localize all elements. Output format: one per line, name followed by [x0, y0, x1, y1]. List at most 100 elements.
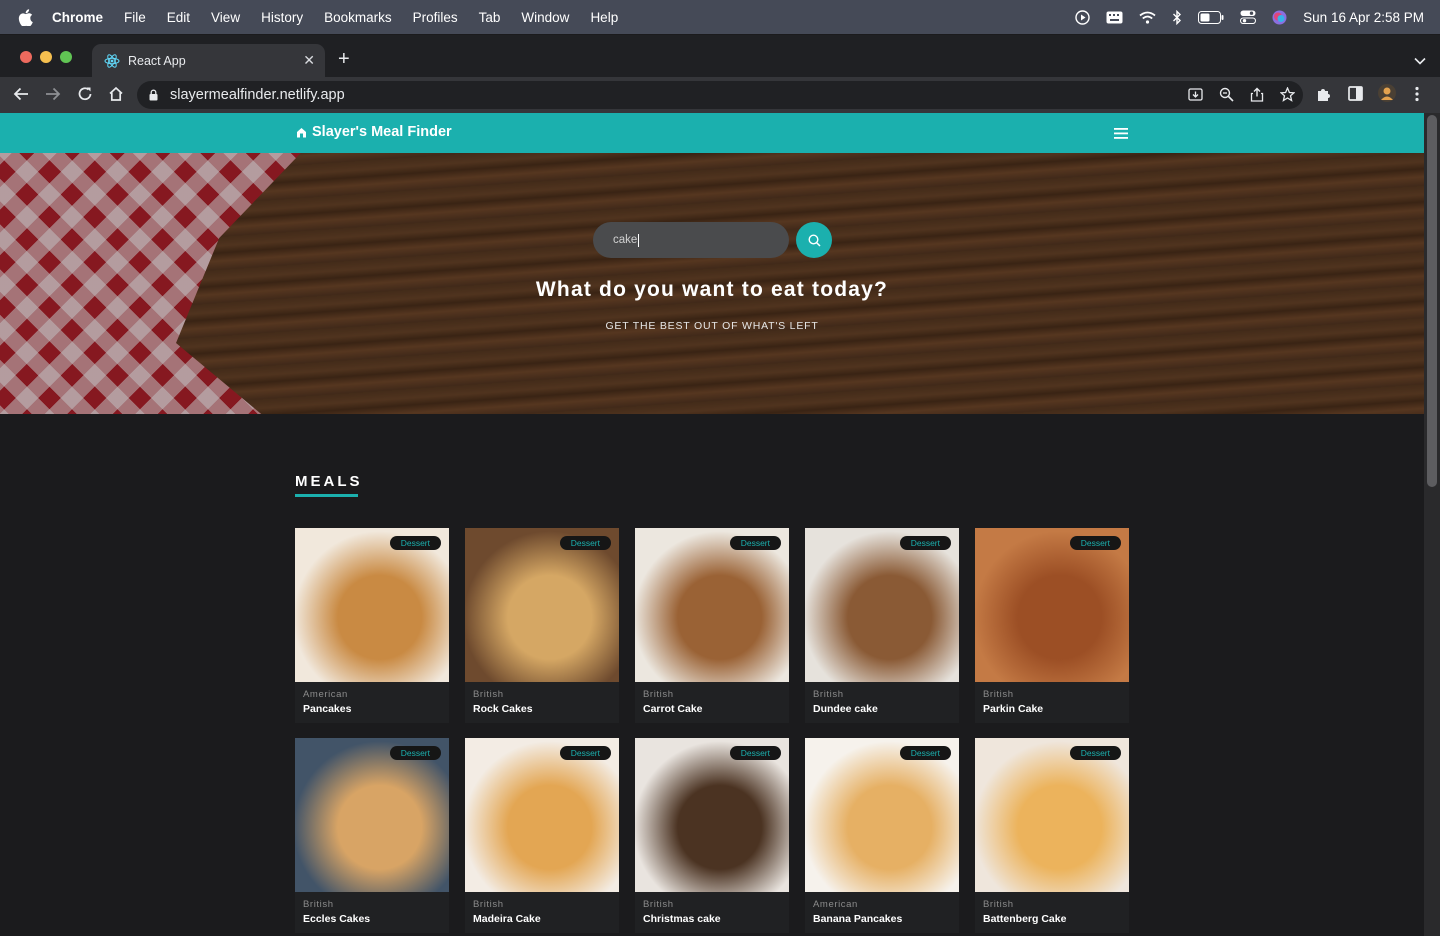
search-input[interactable]: cake: [593, 222, 789, 258]
meal-card[interactable]: Dessert British Rock Cakes: [465, 528, 619, 723]
meal-card[interactable]: Dessert British Madeira Cake: [465, 738, 619, 933]
browser-tab-active[interactable]: React App ✕: [92, 44, 325, 77]
play-icon[interactable]: [1075, 9, 1090, 25]
extensions-puzzle-icon[interactable]: [1316, 86, 1332, 102]
wifi-icon[interactable]: [1139, 11, 1156, 24]
reload-icon[interactable]: [77, 86, 93, 102]
menu-view[interactable]: View: [211, 10, 240, 25]
meal-image[interactable]: [635, 738, 789, 892]
window-close-button[interactable]: [20, 51, 32, 63]
zoom-icon[interactable]: [1219, 87, 1234, 102]
meal-name: Rock Cakes: [473, 703, 533, 715]
menu-edit[interactable]: Edit: [167, 10, 190, 25]
meal-name: Parkin Cake: [983, 703, 1044, 715]
hamburger-menu-icon[interactable]: [1114, 126, 1128, 144]
page-scrollbar[interactable]: [1424, 113, 1440, 936]
menu-app-name[interactable]: Chrome: [52, 10, 103, 25]
menu-help[interactable]: Help: [590, 10, 618, 25]
meal-card[interactable]: Dessert British Parkin Cake: [975, 528, 1129, 723]
meal-card[interactable]: Dessert British Carrot Cake: [635, 528, 789, 723]
meal-name: Eccles Cakes: [303, 913, 371, 925]
back-icon[interactable]: [13, 86, 29, 102]
profile-avatar[interactable]: [1378, 84, 1396, 102]
apple-icon[interactable]: [18, 8, 34, 26]
meal-category-badge: Dessert: [729, 536, 781, 550]
meal-image[interactable]: [975, 528, 1129, 682]
meal-area: British: [813, 689, 844, 700]
meal-area: British: [643, 899, 674, 910]
search-button[interactable]: [796, 222, 832, 258]
menu-profiles[interactable]: Profiles: [413, 10, 458, 25]
meal-image[interactable]: [805, 738, 959, 892]
meal-card[interactable]: Dessert British Christmas cake: [635, 738, 789, 933]
meal-card[interactable]: Dessert British Dundee cake: [805, 528, 959, 723]
brand-title: Slayer's Meal Finder: [312, 124, 452, 140]
meal-name: Carrot Cake: [643, 703, 703, 715]
url-text: slayermealfinder.netlify.app: [170, 87, 345, 103]
meal-area: British: [303, 899, 334, 910]
meal-card[interactable]: Dessert British Eccles Cakes: [295, 738, 449, 933]
meal-name: Madeira Cake: [473, 913, 541, 925]
meal-name: Pancakes: [303, 703, 352, 715]
app-navbar: [0, 113, 1424, 153]
meal-area: American: [303, 689, 348, 700]
brand-link[interactable]: Slayer's Meal Finder: [296, 124, 452, 140]
meal-image[interactable]: [295, 738, 449, 892]
menu-tab[interactable]: Tab: [479, 10, 501, 25]
status-area: Sun 16 Apr 2:58 PM: [1059, 0, 1424, 34]
clock-datetime[interactable]: Sun 16 Apr 2:58 PM: [1303, 10, 1424, 25]
meal-name: Dundee cake: [813, 703, 878, 715]
hero-subtitle: GET THE BEST OUT OF WHAT'S LEFT: [605, 320, 819, 332]
bookmark-star-icon[interactable]: [1280, 87, 1295, 102]
meal-category-badge: Dessert: [559, 536, 611, 550]
forward-icon[interactable]: [45, 86, 61, 102]
meal-image[interactable]: [295, 528, 449, 682]
install-app-icon[interactable]: [1188, 87, 1203, 102]
section-underline: [295, 494, 358, 497]
meal-name: Battenberg Cake: [983, 913, 1067, 925]
tab-title: React App: [128, 53, 186, 68]
lock-icon[interactable]: [149, 89, 158, 101]
keyboard-icon[interactable]: [1106, 11, 1123, 24]
home-icon[interactable]: [108, 86, 124, 102]
meal-card[interactable]: Dessert British Battenberg Cake: [975, 738, 1129, 933]
meal-area: American: [813, 899, 858, 910]
side-panel-icon[interactable]: [1348, 86, 1363, 101]
meal-category-badge: Dessert: [559, 746, 611, 760]
search-icon: [807, 233, 821, 247]
meal-image[interactable]: [465, 738, 619, 892]
meal-category-badge: Dessert: [1069, 536, 1121, 550]
meal-image[interactable]: [465, 528, 619, 682]
tab-close-icon[interactable]: ✕: [303, 52, 315, 69]
meal-area: British: [983, 899, 1014, 910]
macos-menu-bar: Chrome File Edit View History Bookmarks …: [0, 0, 1440, 34]
new-tab-button[interactable]: +: [338, 49, 350, 69]
meal-area: British: [983, 689, 1014, 700]
tab-search-chevron-icon[interactable]: [1414, 52, 1426, 70]
control-center-icon[interactable]: [1240, 10, 1257, 24]
battery-icon[interactable]: [1198, 10, 1224, 24]
meal-category-badge: Dessert: [389, 746, 441, 760]
menu-history[interactable]: History: [261, 10, 303, 25]
meal-card[interactable]: Dessert American Pancakes: [295, 528, 449, 723]
menu-bookmarks[interactable]: Bookmarks: [324, 10, 392, 25]
window-maximize-button[interactable]: [60, 51, 72, 63]
address-bar[interactable]: slayermealfinder.netlify.app: [137, 81, 1303, 109]
meal-category-badge: Dessert: [899, 536, 951, 550]
siri-icon[interactable]: [1272, 10, 1287, 25]
meal-image[interactable]: [805, 528, 959, 682]
meal-area: British: [473, 899, 504, 910]
chrome-menu-icon[interactable]: [1414, 86, 1420, 102]
meal-image[interactable]: [975, 738, 1129, 892]
share-icon[interactable]: [1250, 87, 1264, 102]
menu-file[interactable]: File: [124, 10, 146, 25]
text-caret: [638, 233, 640, 247]
menu-window[interactable]: Window: [521, 10, 569, 25]
home-icon: [296, 127, 307, 138]
bluetooth-icon[interactable]: [1172, 9, 1182, 25]
window-minimize-button[interactable]: [40, 51, 52, 63]
meal-category-badge: Dessert: [1069, 746, 1121, 760]
meal-card[interactable]: Dessert American Banana Pancakes: [805, 738, 959, 933]
scrollbar-thumb[interactable]: [1427, 115, 1437, 487]
meal-image[interactable]: [635, 528, 789, 682]
